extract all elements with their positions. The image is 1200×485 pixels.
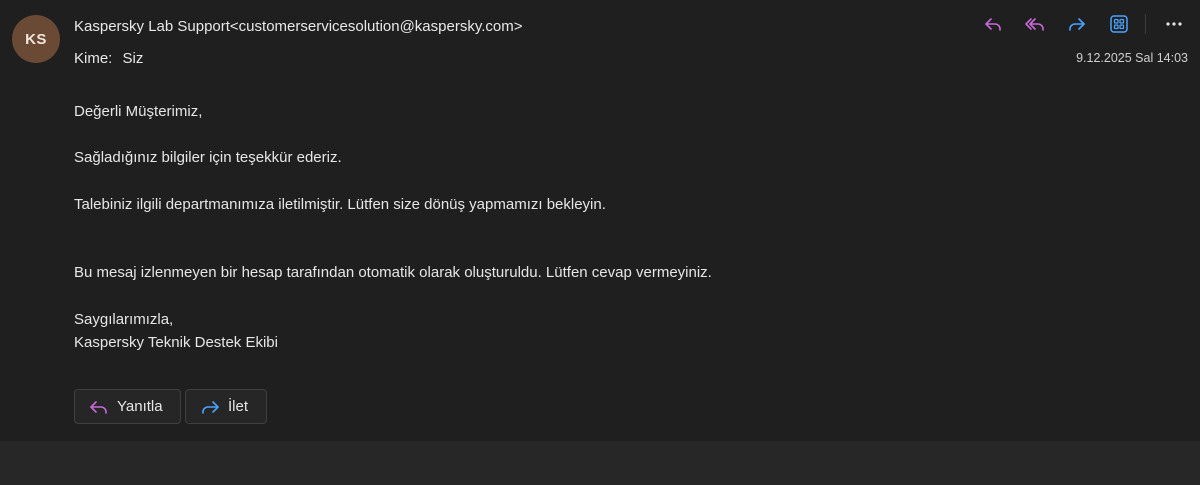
body-greeting: Değerli Müşterimiz,: [74, 103, 203, 120]
more-icon: [1166, 22, 1182, 26]
body-signature: Kaspersky Teknik Destek Ekibi: [74, 334, 278, 351]
avatar[interactable]: KS: [12, 15, 60, 63]
reply-action-label: Yanıtla: [117, 398, 163, 415]
sender-line[interactable]: Kaspersky Lab Support<customerservicesol…: [74, 18, 522, 35]
message-pane: KS Kaspersky Lab Support<customerservice…: [0, 0, 1200, 441]
forward-button[interactable]: [1063, 10, 1091, 38]
sender-name: Kaspersky Lab Support<customerservicesol…: [74, 18, 523, 35]
reply-all-button[interactable]: [1021, 10, 1049, 38]
recipient-line: Kime: Siz: [74, 50, 143, 67]
message-timestamp: 9.12.2025 Sal 14:03: [1076, 51, 1188, 65]
forward-icon: [1069, 18, 1085, 31]
body-thanks: Sağladığınız bilgiler için teşekkür eder…: [74, 149, 342, 166]
reply-all-icon: [1025, 18, 1044, 31]
body-forwarded: Talebiniz ilgili departmanımıza iletilmi…: [74, 196, 606, 213]
avatar-initials: KS: [25, 30, 47, 48]
forward-icon: [200, 398, 220, 416]
toolbar-divider: [1145, 14, 1146, 34]
forward-action-label: İlet: [228, 398, 249, 415]
reply-icon: [89, 398, 109, 416]
recipient-label: Kime:: [74, 50, 113, 67]
reply-button[interactable]: [979, 10, 1007, 38]
reply-icon: [985, 18, 1001, 31]
message-toolbar: [965, 10, 1188, 38]
reply-action-button[interactable]: Yanıtla: [74, 389, 181, 424]
apps-button[interactable]: [1105, 10, 1133, 38]
recipient-value[interactable]: Siz: [123, 50, 144, 67]
apps-icon: [1110, 15, 1128, 33]
body-regards: Saygılarımızla,: [74, 311, 174, 328]
more-actions-button[interactable]: [1160, 10, 1188, 38]
body-auto-notice: Bu mesaj izlenmeyen bir hesap tarafından…: [74, 264, 712, 281]
forward-action-button[interactable]: İlet: [185, 389, 267, 424]
